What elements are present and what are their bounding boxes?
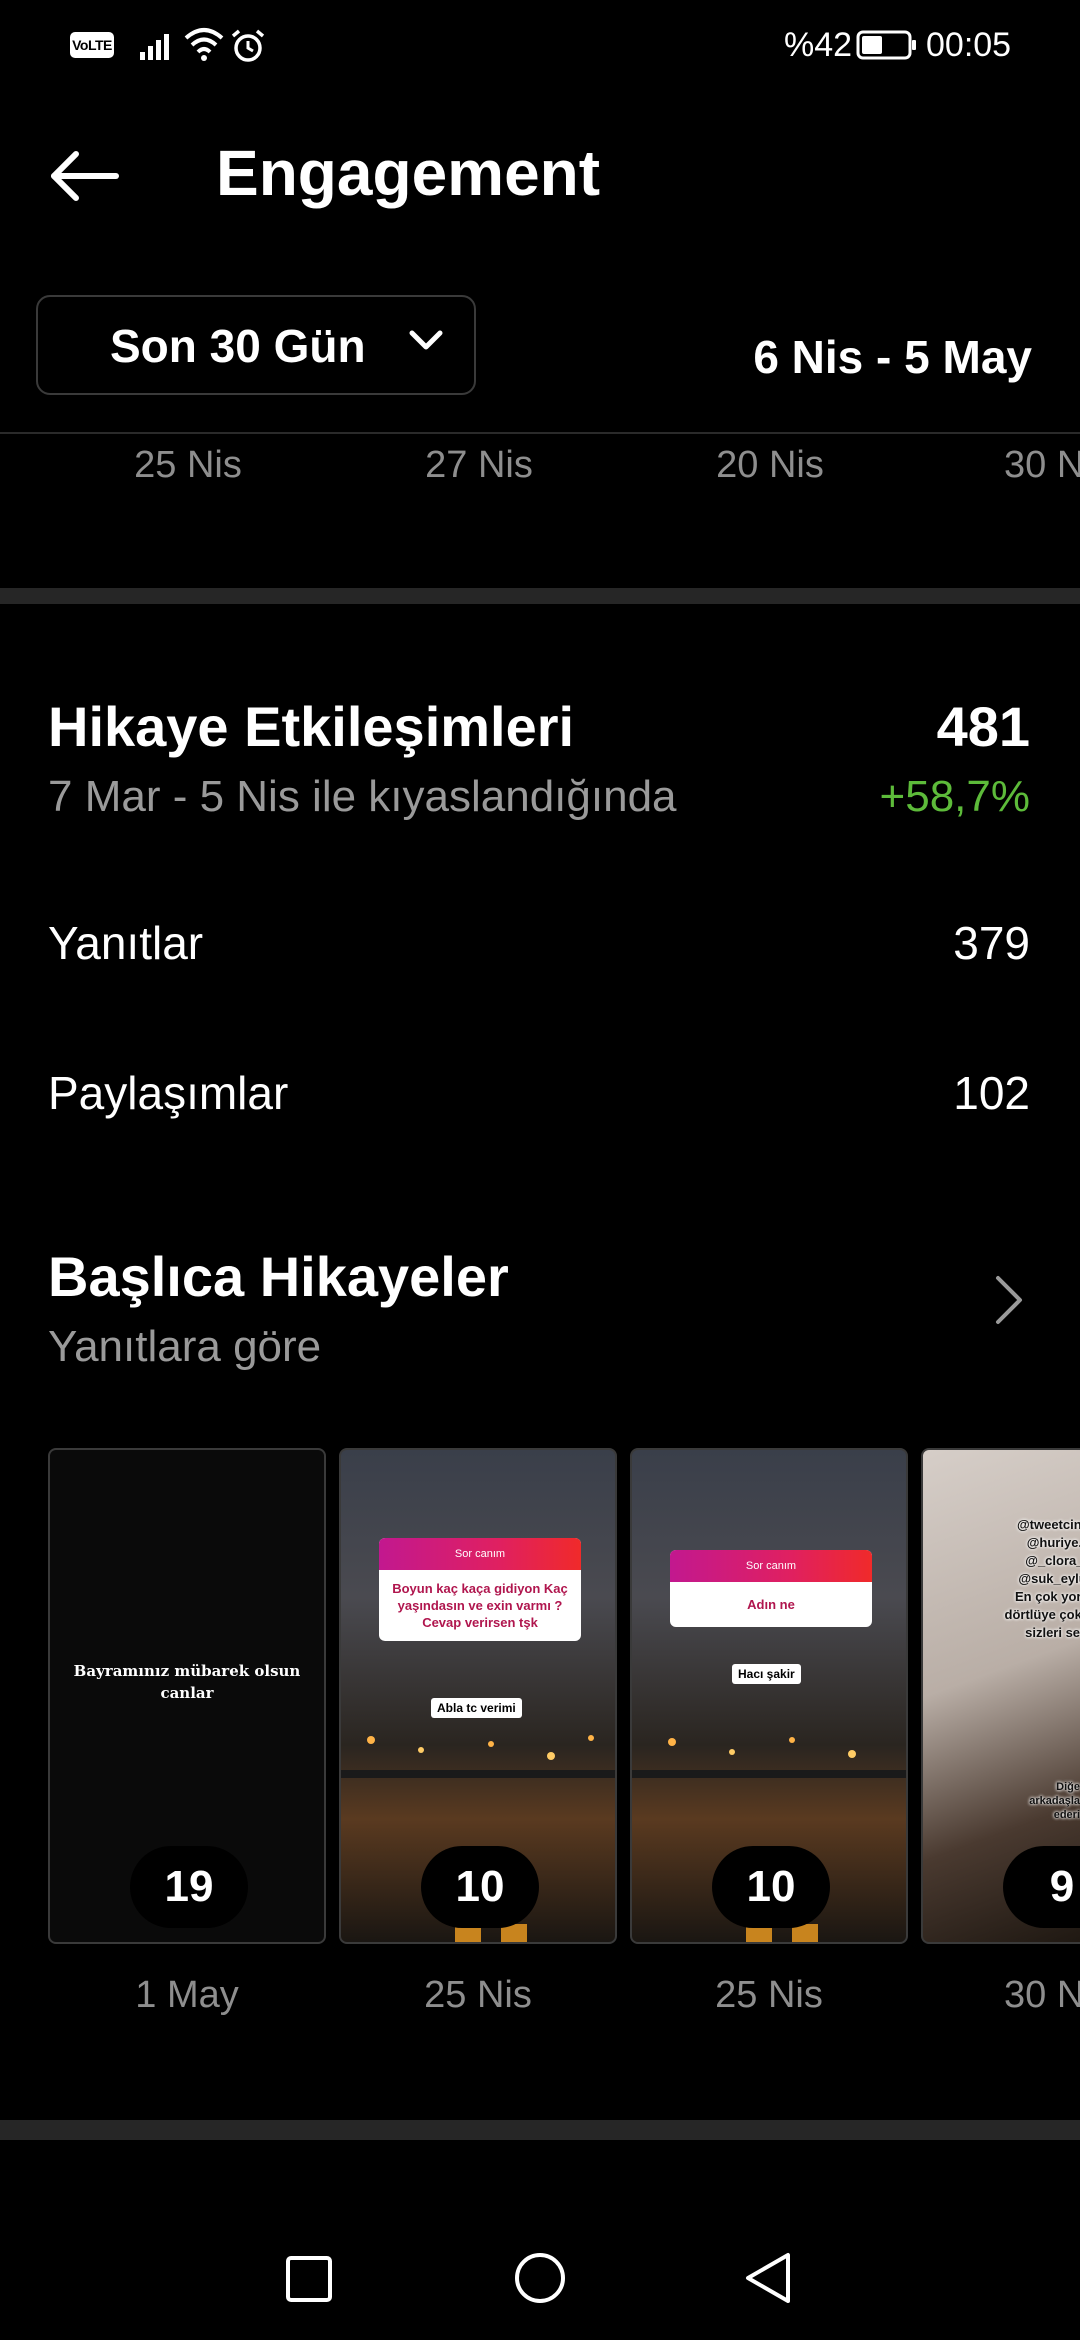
story-caption-line: @huriye.s — [1026, 1535, 1080, 1550]
question-sticker: Sor canım Adın ne — [670, 1550, 872, 1627]
carousel-date-label: 20 Nis — [716, 444, 824, 486]
metric-value-shares: 102 — [953, 1067, 1030, 1119]
story-card[interactable]: Sor canım Adın ne Hacı şakir 10 — [630, 1448, 908, 1944]
page-title: Engagement — [216, 137, 601, 209]
question-sticker-text: Boyun kaç kaça gidiyon Kaç yaşındasın ve… — [392, 1581, 568, 1630]
battery-icon — [856, 30, 916, 60]
alarm-icon — [231, 29, 265, 62]
story-card[interactable]: Bayramınız mübarek olsun canlar 19 — [48, 1448, 326, 1944]
street-scene — [632, 1720, 906, 1800]
story-date: 25 Nis — [424, 1974, 532, 2016]
story-caption-line: En çok yorum — [1015, 1589, 1080, 1604]
story-count-badge: 19 — [130, 1846, 248, 1928]
question-sticker: Sor canım Boyun kaç kaça gidiyon Kaç yaş… — [379, 1538, 581, 1641]
home-icon[interactable] — [512, 2250, 568, 2306]
date-range: 6 Nis - 5 May — [753, 331, 1032, 383]
volte-icon: VoLTE — [70, 32, 114, 58]
story-caption-line: @_clora_1 — [1025, 1553, 1080, 1568]
story-card[interactable]: @tweetciniz_ @huriye.s @_clora_1 @suk_ey… — [921, 1448, 1080, 1944]
answer-tag: Abla tc verimi — [431, 1698, 522, 1718]
answer-tag: Hacı şakir — [732, 1664, 801, 1684]
story-caption-line: ederi — [1053, 1809, 1080, 1821]
story-caption-line: @tweetciniz_ — [1016, 1517, 1080, 1532]
story-caption-line: arkadaşla — [1029, 1795, 1080, 1807]
question-sticker-text: Adın ne — [747, 1597, 795, 1612]
story-date: 1 May — [135, 1974, 239, 2016]
clock: 00:05 — [926, 26, 1012, 64]
story-caption-small: Diğe arkadaşla ederi — [923, 1780, 1080, 1822]
chevron-down-icon — [409, 330, 443, 350]
story-caption-line: @suk_eylul_ — [1018, 1571, 1080, 1586]
story-count-badge: 9 — [1003, 1846, 1080, 1928]
section-divider — [0, 2120, 1080, 2140]
battery-percent: %42 — [784, 26, 853, 64]
story-interactions-title: Hikaye Etkileşimleri — [48, 695, 575, 758]
range-dropdown[interactable]: Son 30 Gün — [36, 295, 476, 395]
story-caption: Bayramınız mübarek olsun canlar — [73, 1662, 301, 1702]
top-stories-title: Başlıca Hikayeler — [48, 1245, 509, 1308]
question-sticker-header: Sor canım — [670, 1550, 872, 1582]
divider — [0, 432, 1080, 434]
story-date: 30 Nis — [1004, 1974, 1080, 2016]
story-caption-line: sizleri sevi — [1025, 1625, 1080, 1640]
carousel-date-label: 25 Nis — [134, 444, 242, 486]
recent-apps-icon[interactable] — [284, 2254, 334, 2304]
carousel-date-label: 30 Nis — [1004, 444, 1080, 486]
nav-back-icon[interactable] — [742, 2250, 794, 2306]
story-caption-line: dörtlüye çok teşe — [1004, 1607, 1080, 1622]
carousel-date-label: 27 Nis — [425, 444, 533, 486]
story-caption: @tweetciniz_ @huriye.s @_clora_1 @suk_ey… — [953, 1516, 1080, 1642]
story-count-badge: 10 — [712, 1846, 830, 1928]
comparison-text: 7 Mar - 5 Nis ile kıyaslandığında — [48, 772, 677, 821]
engagement-screen: VoLTE %42 00:05 Engagement Son 30 Gün 6 … — [0, 0, 1080, 2340]
metric-value-replies: 379 — [953, 917, 1030, 969]
story-interactions-total: 481 — [936, 695, 1030, 758]
metric-label-shares: Paylaşımlar — [48, 1067, 289, 1119]
section-divider — [0, 588, 1080, 604]
street-scene — [341, 1720, 615, 1800]
story-card[interactable]: Sor canım Boyun kaç kaça gidiyon Kaç yaş… — [339, 1448, 617, 1944]
story-date: 25 Nis — [715, 1974, 823, 2016]
story-caption-line: Diğe — [1056, 1781, 1080, 1793]
range-dropdown-label: Son 30 Gün — [110, 320, 366, 372]
top-stories-subtitle: Yanıtlara göre — [48, 1322, 322, 1371]
chevron-right-icon[interactable] — [992, 1272, 1028, 1328]
metric-label-replies: Yanıtlar — [48, 917, 204, 969]
back-arrow-icon[interactable] — [44, 140, 124, 212]
wifi-icon — [184, 28, 224, 61]
question-sticker-header: Sor canım — [379, 1538, 581, 1570]
status-bar: VoLTE %42 00:05 — [0, 0, 1080, 92]
signal-icon — [140, 34, 169, 60]
comparison-change: +58,7% — [879, 772, 1030, 821]
story-count-badge: 10 — [421, 1846, 539, 1928]
